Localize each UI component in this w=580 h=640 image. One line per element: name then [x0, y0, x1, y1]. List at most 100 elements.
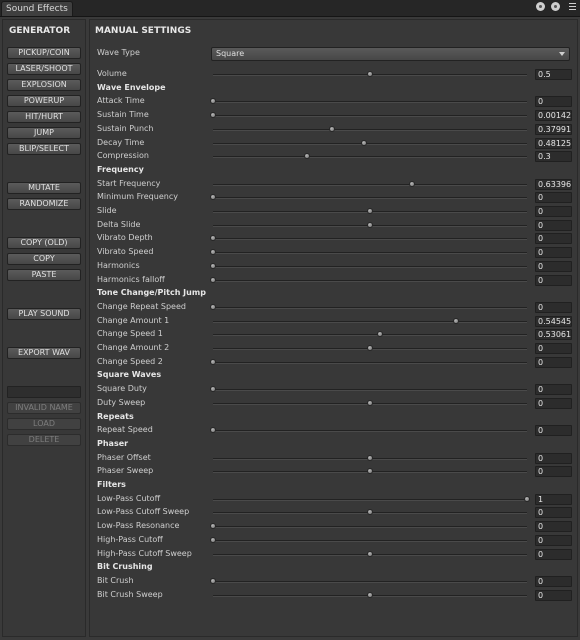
- low-pass-cutoff-sweep-slider[interactable]: [213, 508, 527, 517]
- low-pass-resonance-value-field[interactable]: 0: [535, 521, 572, 532]
- change-amount-1-value-field[interactable]: 0.54545: [535, 316, 572, 327]
- pickup-coin-button[interactable]: PICKUP/COIN: [7, 47, 81, 59]
- phaser-sweep-value-field[interactable]: 0: [535, 466, 572, 477]
- start-frequency-slider[interactable]: [213, 180, 527, 189]
- high-pass-cutoff-value-field[interactable]: 0: [535, 535, 572, 546]
- bit-crush-value-field[interactable]: 0: [535, 576, 572, 587]
- minimum-frequency-slider[interactable]: [210, 193, 527, 202]
- change-amount-2-value-field[interactable]: 0: [535, 343, 572, 354]
- harmonics-falloff-value-field[interactable]: 0: [535, 275, 572, 286]
- slider-thumb[interactable]: [453, 318, 459, 324]
- slider-thumb[interactable]: [210, 523, 216, 529]
- slider-thumb[interactable]: [409, 181, 415, 187]
- delta-slide-value-field[interactable]: 0: [535, 220, 572, 231]
- copy-old-button[interactable]: COPY (OLD): [7, 237, 81, 249]
- sound-name-input[interactable]: [7, 386, 81, 398]
- slider-track[interactable]: [213, 362, 527, 363]
- slider-track[interactable]: [213, 156, 527, 157]
- slider-track[interactable]: [213, 334, 527, 335]
- paste-button[interactable]: PASTE: [7, 269, 81, 281]
- slider-track[interactable]: [213, 129, 527, 130]
- window-tab[interactable]: Sound Effects: [1, 1, 73, 16]
- slider-thumb[interactable]: [367, 592, 373, 598]
- randomize-button[interactable]: RANDOMIZE: [7, 198, 81, 210]
- change-amount-1-slider[interactable]: [213, 317, 527, 326]
- start-frequency-value-field[interactable]: 0.63396: [535, 179, 572, 190]
- slider-track[interactable]: [213, 280, 527, 281]
- repeat-speed-slider[interactable]: [210, 426, 527, 435]
- slider-thumb[interactable]: [367, 509, 373, 515]
- bit-crush-slider[interactable]: [210, 577, 527, 586]
- slider-thumb[interactable]: [329, 126, 335, 132]
- square-duty-value-field[interactable]: 0: [535, 384, 572, 395]
- sustain-punch-value-field[interactable]: 0.37991: [535, 124, 572, 135]
- slider-thumb[interactable]: [367, 71, 373, 77]
- slider-track[interactable]: [213, 430, 527, 431]
- high-pass-cutoff-sweep-value-field[interactable]: 0: [535, 549, 572, 560]
- volume-slider[interactable]: [213, 70, 527, 79]
- compression-slider[interactable]: [213, 152, 527, 161]
- repeat-speed-value-field[interactable]: 0: [535, 425, 572, 436]
- slider-thumb[interactable]: [210, 359, 216, 365]
- change-amount-2-slider[interactable]: [213, 344, 527, 353]
- slider-thumb[interactable]: [367, 208, 373, 214]
- sustain-time-slider[interactable]: [210, 111, 527, 120]
- sustain-time-value-field[interactable]: 0.00142: [535, 110, 572, 121]
- slider-thumb[interactable]: [210, 249, 216, 255]
- high-pass-cutoff-sweep-slider[interactable]: [213, 550, 527, 559]
- change-speed-2-value-field[interactable]: 0: [535, 357, 572, 368]
- attack-time-slider[interactable]: [210, 97, 527, 106]
- high-pass-cutoff-slider[interactable]: [210, 536, 527, 545]
- slider-thumb[interactable]: [210, 277, 216, 283]
- sustain-punch-slider[interactable]: [213, 125, 527, 134]
- slider-track[interactable]: [213, 101, 527, 102]
- slider-track[interactable]: [213, 115, 527, 116]
- minimum-frequency-value-field[interactable]: 0: [535, 192, 572, 203]
- window-button-icon[interactable]: [535, 2, 545, 11]
- decay-time-slider[interactable]: [213, 139, 527, 148]
- slider-thumb[interactable]: [210, 304, 216, 310]
- harmonics-slider[interactable]: [210, 262, 527, 271]
- slider-thumb[interactable]: [210, 235, 216, 241]
- change-repeat-speed-value-field[interactable]: 0: [535, 302, 572, 313]
- slider-thumb[interactable]: [304, 153, 310, 159]
- vibrato-depth-value-field[interactable]: 0: [535, 233, 572, 244]
- slider-thumb[interactable]: [210, 112, 216, 118]
- slider-thumb[interactable]: [210, 427, 216, 433]
- change-repeat-speed-slider[interactable]: [210, 303, 527, 312]
- slider-thumb[interactable]: [210, 386, 216, 392]
- slider-thumb[interactable]: [524, 496, 530, 502]
- duty-sweep-value-field[interactable]: 0: [535, 398, 572, 409]
- slider-track[interactable]: [213, 581, 527, 582]
- attack-time-value-field[interactable]: 0: [535, 96, 572, 107]
- slider-thumb[interactable]: [367, 551, 373, 557]
- slider-track[interactable]: [213, 307, 527, 308]
- phaser-sweep-slider[interactable]: [213, 467, 527, 476]
- jump-button[interactable]: JUMP: [7, 127, 81, 139]
- change-speed-2-slider[interactable]: [210, 358, 527, 367]
- slider-track[interactable]: [213, 143, 527, 144]
- bit-crush-sweep-slider[interactable]: [213, 591, 527, 600]
- low-pass-cutoff-value-field[interactable]: 1: [535, 494, 572, 505]
- slider-thumb[interactable]: [210, 537, 216, 543]
- duty-sweep-slider[interactable]: [213, 399, 527, 408]
- mutate-button[interactable]: MUTATE: [7, 182, 81, 194]
- copy-button[interactable]: COPY: [7, 253, 81, 265]
- menu-icon[interactable]: [568, 2, 577, 11]
- slider-thumb[interactable]: [210, 578, 216, 584]
- explosion-button[interactable]: EXPLOSION: [7, 79, 81, 91]
- hit-hurt-button[interactable]: HIT/HURT: [7, 111, 81, 123]
- slider-thumb[interactable]: [210, 98, 216, 104]
- slider-track[interactable]: [213, 540, 527, 541]
- slide-value-field[interactable]: 0: [535, 206, 572, 217]
- decay-time-value-field[interactable]: 0.48125: [535, 138, 572, 149]
- slider-track[interactable]: [213, 238, 527, 239]
- powerup-button[interactable]: POWERUP: [7, 95, 81, 107]
- slider-thumb[interactable]: [210, 194, 216, 200]
- slider-thumb[interactable]: [367, 400, 373, 406]
- blip-select-button[interactable]: BLIP/SELECT: [7, 143, 81, 155]
- slider-thumb[interactable]: [377, 331, 383, 337]
- slide-slider[interactable]: [213, 207, 527, 216]
- phaser-offset-slider[interactable]: [213, 454, 527, 463]
- volume-value-field[interactable]: 0.5: [535, 69, 572, 80]
